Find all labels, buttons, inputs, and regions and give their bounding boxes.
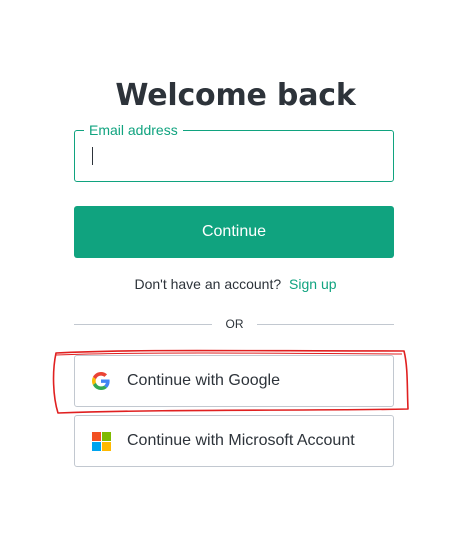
microsoft-icon (92, 432, 112, 452)
continue-with-google-button[interactable]: Continue with Google (74, 355, 394, 407)
divider-line-left (74, 324, 212, 325)
divider-label: OR (225, 317, 244, 331)
continue-with-microsoft-button[interactable]: Continue with Microsoft Account (74, 415, 394, 467)
google-icon (92, 372, 110, 390)
email-field-container[interactable]: Email address (74, 120, 394, 182)
microsoft-button-label: Continue with Microsoft Account (127, 432, 355, 449)
page-title: Welcome back (115, 78, 356, 114)
signup-row: Don't have an account? Sign up (0, 276, 471, 292)
divider-line-right (257, 324, 394, 325)
continue-button[interactable]: Continue (74, 206, 394, 258)
email-field[interactable] (91, 131, 381, 181)
text-cursor (92, 147, 93, 165)
google-button-label: Continue with Google (127, 372, 280, 389)
signup-link[interactable]: Sign up (289, 276, 336, 292)
signup-prompt: Don't have an account? (134, 276, 282, 292)
